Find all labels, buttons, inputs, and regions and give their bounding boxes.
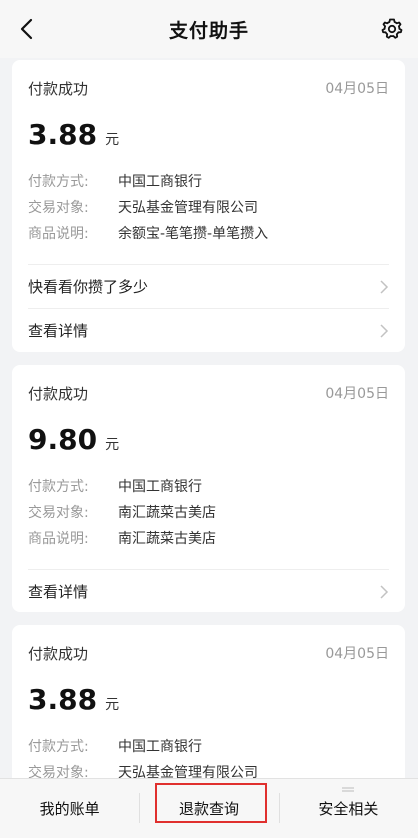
info-row-description: 商品说明: 南汇蔬菜古美店 — [28, 527, 216, 549]
back-button[interactable] — [14, 17, 38, 41]
info-label: 交易对象: — [28, 765, 89, 778]
payment-status: 付款成功 — [28, 645, 89, 663]
saving-link-row[interactable]: 快看看你攒了多少 — [28, 264, 389, 308]
nav-header: 支付助手 — [0, 0, 418, 58]
link-label: 查看详情 — [28, 583, 89, 601]
gear-icon — [381, 18, 403, 39]
info-value: 南汇蔬菜古美店 — [118, 531, 216, 547]
info-row-method: 付款方式: 中国工商银行 — [28, 170, 202, 192]
security-tab[interactable]: 安全相关 — [278, 779, 418, 838]
info-row-counterparty: 交易对象: 南汇蔬菜古美店 — [28, 501, 216, 523]
info-value: 中国工商银行 — [118, 174, 202, 190]
bill-card: 付款成功 04月05日 3.88 元 付款方式: 中国工商银行 交易对象: 天弘… — [12, 60, 405, 352]
view-details-row[interactable]: 查看详情 — [28, 569, 389, 613]
amount-value: 9.80 — [28, 423, 98, 456]
chevron-right-icon — [380, 279, 389, 294]
payment-status: 付款成功 — [28, 80, 89, 98]
info-row-counterparty: 交易对象: 天弘基金管理有限公司 — [28, 761, 258, 778]
payment-date: 04月05日 — [325, 81, 389, 97]
amount-value: 3.88 — [28, 118, 98, 151]
info-value: 南汇蔬菜古美店 — [118, 505, 216, 521]
amount-unit: 元 — [105, 437, 120, 453]
info-row-method: 付款方式: 中国工商银行 — [28, 475, 202, 497]
info-label: 商品说明: — [28, 226, 89, 242]
info-value: 天弘基金管理有限公司 — [118, 765, 258, 778]
payment-amount: 3.88 元 — [28, 683, 119, 716]
info-label: 付款方式: — [28, 739, 89, 755]
info-label: 付款方式: — [28, 479, 89, 495]
info-value: 天弘基金管理有限公司 — [118, 200, 258, 216]
amount-value: 3.88 — [28, 683, 98, 716]
page-title: 支付助手 — [168, 19, 249, 42]
link-label: 快看看你攒了多少 — [28, 278, 149, 296]
chevron-left-icon — [20, 18, 33, 40]
settings-button[interactable] — [380, 17, 404, 41]
bill-card: 付款成功 04月05日 3.88 元 付款方式: 中国工商银行 交易对象: 天弘… — [12, 625, 405, 778]
payment-amount: 3.88 元 — [28, 118, 119, 151]
info-row-method: 付款方式: 中国工商银行 — [28, 735, 202, 757]
link-label: 查看详情 — [28, 322, 89, 340]
amount-unit: 元 — [105, 132, 120, 148]
info-label: 付款方式: — [28, 174, 89, 190]
payment-date: 04月05日 — [325, 386, 389, 402]
info-row-counterparty: 交易对象: 天弘基金管理有限公司 — [28, 196, 258, 218]
refund-query-tab[interactable]: 退款查询 — [139, 779, 278, 838]
info-value: 余额宝-笔笔攒-单笔攒入 — [118, 226, 269, 242]
amount-unit: 元 — [105, 697, 120, 713]
payment-date: 04月05日 — [325, 646, 389, 662]
info-value: 中国工商银行 — [118, 479, 202, 495]
my-bills-tab[interactable]: 我的账单 — [0, 779, 139, 838]
tab-label: 退款查询 — [178, 800, 239, 818]
bill-card: 付款成功 04月05日 9.80 元 付款方式: 中国工商银行 交易对象: 南汇… — [12, 365, 405, 612]
payment-amount: 9.80 元 — [28, 423, 119, 456]
chevron-right-icon — [380, 584, 389, 599]
view-details-row[interactable]: 查看详情 — [28, 308, 389, 352]
info-label: 交易对象: — [28, 505, 89, 521]
tab-label: 我的账单 — [39, 800, 100, 818]
bill-list[interactable]: 付款成功 04月05日 3.88 元 付款方式: 中国工商银行 交易对象: 天弘… — [0, 58, 418, 778]
info-label: 交易对象: — [28, 200, 89, 216]
payment-status: 付款成功 — [28, 385, 89, 403]
bottom-menu: 我的账单 退款查询 安全相关 — [0, 778, 418, 838]
info-label: 商品说明: — [28, 531, 89, 547]
submenu-icon — [342, 787, 355, 792]
info-value: 中国工商银行 — [118, 739, 202, 755]
tab-label: 安全相关 — [318, 800, 379, 818]
info-row-description: 商品说明: 余额宝-笔笔攒-单笔攒入 — [28, 222, 268, 244]
chevron-right-icon — [380, 323, 389, 338]
